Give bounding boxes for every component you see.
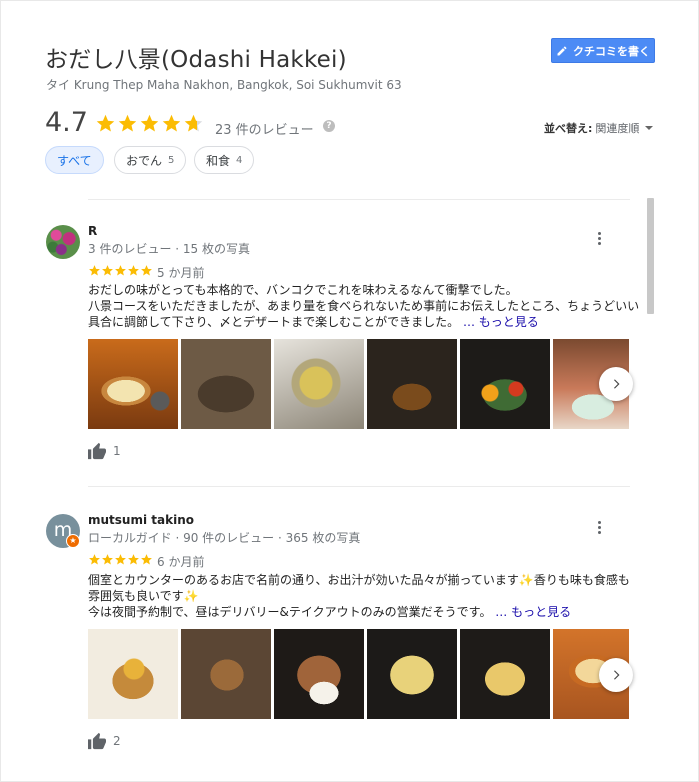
star-icon	[102, 554, 113, 565]
review-photo[interactable]	[181, 339, 271, 429]
review-line: 八景コースをいただきましたが、あまり量を食べられないため事前にお伝えしたところ、…	[88, 299, 640, 313]
filter-chip-label: すべて	[57, 153, 92, 168]
filter-chip-washoku[interactable]: 和食 4	[194, 146, 255, 174]
review-stars	[88, 553, 153, 566]
reviewer-name[interactable]: mutsumi takino	[88, 513, 194, 527]
star-icon	[89, 554, 100, 565]
review-photo[interactable]	[367, 629, 457, 719]
divider	[88, 486, 630, 487]
filter-chip-all[interactable]: すべて	[45, 146, 104, 174]
next-photos-button[interactable]	[599, 658, 633, 692]
filter-chip-count: 5	[168, 154, 175, 166]
sort-label: 並べ替え:	[544, 122, 593, 135]
review-line: おだしの味がとっても本格的で、バンコクでこれを味わえるなんて衝撃でした。	[88, 283, 518, 297]
filter-chip-oden[interactable]: おでん 5	[114, 146, 187, 174]
chevron-right-icon	[614, 670, 620, 680]
review-photo[interactable]	[274, 629, 364, 719]
photo-strip	[88, 339, 629, 429]
star-icon	[115, 554, 126, 565]
place-address: タイ Krung Thep Maha Nakhon, Bangkok, Soi …	[46, 78, 402, 92]
more-options-icon[interactable]	[598, 521, 602, 534]
rating-stars	[95, 113, 204, 134]
write-review-button[interactable]: クチコミを書く	[551, 38, 655, 63]
photo-strip	[88, 629, 629, 719]
like-button[interactable]: 1	[87, 442, 121, 460]
average-rating: 4.7	[45, 107, 88, 138]
star-icon	[162, 114, 181, 132]
review-date: 5 か月前	[157, 266, 205, 280]
star-icon	[128, 554, 139, 565]
review-photo[interactable]	[460, 629, 550, 719]
avatar[interactable]	[46, 225, 80, 259]
sort-value: 関連度順	[595, 122, 640, 135]
review-text: おだしの味がとっても本格的で、バンコクでこれを味わえるなんて衝撃でした。 八景コ…	[88, 282, 639, 330]
write-review-label: クチコミを書く	[573, 44, 650, 58]
review-photo[interactable]	[181, 629, 271, 719]
review-photo[interactable]	[274, 339, 364, 429]
thumbs-up-icon	[88, 442, 106, 460]
star-icon	[118, 114, 137, 132]
review-stars	[88, 264, 153, 277]
thumbs-up-icon	[88, 732, 106, 750]
star-icon	[184, 114, 203, 132]
review-text: 個室とカウンターのあるお店で名前の通り、お出汁が効いた品々が揃っています✨香りも…	[88, 572, 630, 620]
review-date: 6 か月前	[157, 555, 205, 569]
review-line: 具合に調節して下さり、〆とデザートまで楽しむことができました。	[88, 315, 463, 329]
review-photo[interactable]	[460, 339, 550, 429]
next-photos-button[interactable]	[599, 367, 633, 401]
star-icon	[115, 265, 126, 276]
more-options-icon[interactable]	[598, 232, 602, 245]
read-more-link[interactable]: … もっと見る	[495, 605, 571, 619]
filter-chip-label: おでん	[126, 153, 163, 168]
star-icon	[128, 265, 139, 276]
review-line: 今は夜間予約制で、昼はデリバリー&テイクアウトのみの営業だそうです。	[88, 605, 496, 619]
star-icon	[89, 265, 100, 276]
caret-down-icon	[645, 126, 654, 130]
scrollbar[interactable]	[647, 198, 654, 314]
reviewer-meta: 3 件のレビュー · 15 枚の写真	[88, 242, 250, 256]
star-icon	[96, 114, 115, 132]
review-count[interactable]: 23 件のレビュー	[215, 119, 314, 138]
like-button[interactable]: 2	[87, 732, 121, 750]
filter-chip-label: 和食	[206, 153, 231, 168]
read-more-link[interactable]: … もっと見る	[463, 315, 539, 329]
like-count: 1	[113, 444, 121, 458]
help-icon[interactable]: ?	[323, 120, 335, 132]
review-line: 個室とカウンターのあるお店で名前の通り、お出汁が効いた品々が揃っています✨香りも…	[88, 573, 630, 587]
review-line: 雰囲気も良いです✨	[88, 589, 199, 603]
local-guide-badge-icon: ★	[66, 534, 80, 548]
star-icon	[141, 554, 152, 565]
divider	[88, 199, 630, 200]
star-icon	[102, 265, 113, 276]
sort-dropdown[interactable]: 並べ替え: 関連度順	[544, 120, 654, 136]
reviewer-meta: ローカルガイド · 90 件のレビュー · 365 枚の写真	[88, 531, 361, 545]
reviewer-name[interactable]: R	[88, 224, 97, 238]
place-title: おだし八景(Odashi Hakkei)	[45, 47, 347, 73]
pencil-icon	[557, 45, 567, 55]
chevron-right-icon	[614, 379, 620, 389]
star-icon	[141, 265, 152, 276]
review-photo[interactable]	[367, 339, 457, 429]
filter-chip-count: 4	[236, 154, 243, 166]
like-count: 2	[113, 734, 121, 748]
review-photo[interactable]	[88, 339, 178, 429]
star-icon	[140, 114, 159, 132]
review-photo[interactable]	[88, 629, 178, 719]
